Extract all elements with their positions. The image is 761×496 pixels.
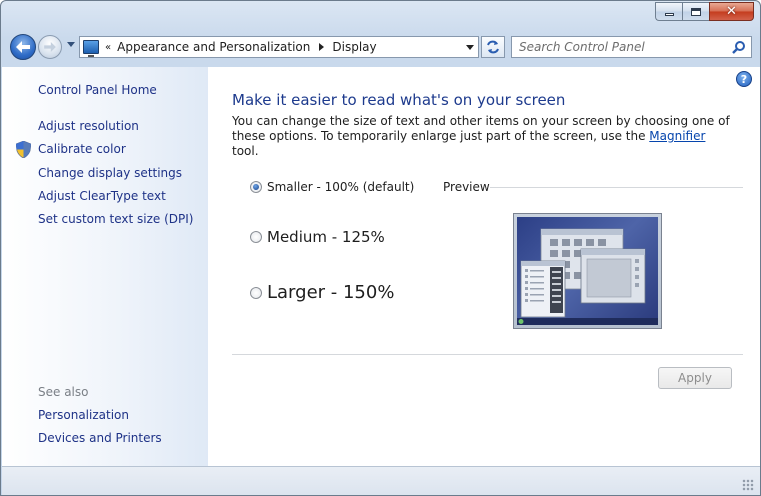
radio-button-medium[interactable]	[250, 231, 262, 243]
search-box[interactable]	[511, 36, 752, 58]
option-medium-label[interactable]: Medium - 125%	[267, 228, 385, 246]
minimize-button[interactable]	[655, 2, 682, 21]
status-bar	[2, 466, 760, 495]
navigation-bar: « Appearance and Personalization Display	[1, 31, 760, 63]
back-button[interactable]	[10, 34, 36, 60]
option-smaller-label[interactable]: Smaller - 100% (default)	[267, 180, 414, 194]
forward-arrow-icon	[44, 42, 56, 52]
minimize-icon	[664, 13, 674, 16]
sidebar-custom-text-size[interactable]: Set custom text size (DPI)	[38, 212, 193, 226]
main-content: ? Make it easier to read what's on your …	[208, 67, 760, 466]
option-medium[interactable]: Medium - 125%	[250, 228, 385, 246]
maximize-icon	[691, 7, 701, 16]
sidebar-control-panel-home[interactable]: Control Panel Home	[38, 83, 157, 97]
sidebar-personalization[interactable]: Personalization	[38, 408, 129, 422]
apply-button[interactable]: Apply	[658, 367, 732, 389]
close-icon: ✕	[726, 4, 737, 19]
back-arrow-icon	[16, 41, 30, 53]
sidebar-change-display-settings[interactable]: Change display settings	[38, 166, 182, 180]
caption-buttons: ✕	[655, 2, 754, 21]
address-dropdown-icon[interactable]	[466, 45, 474, 50]
breadcrumb-display[interactable]: Display	[332, 40, 376, 54]
sidebar-devices-printers[interactable]: Devices and Printers	[38, 431, 162, 445]
preview-windows-illustration	[517, 228, 658, 325]
close-button[interactable]: ✕	[709, 2, 754, 21]
breadcrumb-overflow[interactable]: «	[105, 42, 111, 53]
address-bar[interactable]: « Appearance and Personalization Display	[79, 36, 479, 58]
recent-pages-dropdown[interactable]	[67, 42, 75, 47]
control-panel-icon	[83, 40, 99, 57]
sidebar-calibrate-color[interactable]: Calibrate color	[38, 142, 126, 156]
option-larger[interactable]: Larger - 150%	[250, 282, 394, 303]
description-tail: tool.	[232, 144, 259, 158]
page-description: You can change the size of text and othe…	[232, 114, 732, 159]
content-divider	[232, 354, 743, 355]
search-icon[interactable]	[732, 40, 746, 54]
task-pane: Control Panel Home Adjust resolution Cal…	[2, 67, 208, 466]
resize-grip-icon[interactable]	[742, 479, 754, 491]
uac-shield-icon	[16, 141, 31, 158]
option-larger-label[interactable]: Larger - 150%	[267, 282, 394, 303]
see-also-heading: See also	[38, 385, 89, 399]
preview-image	[513, 213, 662, 329]
option-smaller[interactable]: Smaller - 100% (default)	[250, 180, 414, 194]
radio-button-larger[interactable]	[250, 286, 262, 299]
breadcrumb-separator-icon[interactable]	[319, 43, 325, 51]
sidebar-adjust-cleartype[interactable]: Adjust ClearType text	[38, 189, 166, 203]
sidebar-adjust-resolution[interactable]: Adjust resolution	[38, 119, 139, 133]
search-input[interactable]	[519, 40, 719, 54]
radio-button-smaller[interactable]	[250, 181, 262, 193]
preview-label: Preview	[443, 180, 490, 194]
maximize-button[interactable]	[682, 2, 709, 21]
help-button[interactable]: ?	[736, 71, 752, 87]
breadcrumb-appearance[interactable]: Appearance and Personalization	[117, 40, 310, 54]
control-panel-window: ✕ « Appearance and Personalization Displ…	[0, 0, 761, 496]
preview-screen	[517, 217, 658, 325]
forward-button[interactable]	[38, 35, 62, 59]
preview-divider	[490, 187, 743, 188]
refresh-icon	[487, 40, 499, 54]
refresh-button[interactable]	[481, 36, 505, 58]
magnifier-link[interactable]: Magnifier	[649, 129, 705, 143]
page-title: Make it easier to read what's on your sc…	[232, 91, 566, 109]
